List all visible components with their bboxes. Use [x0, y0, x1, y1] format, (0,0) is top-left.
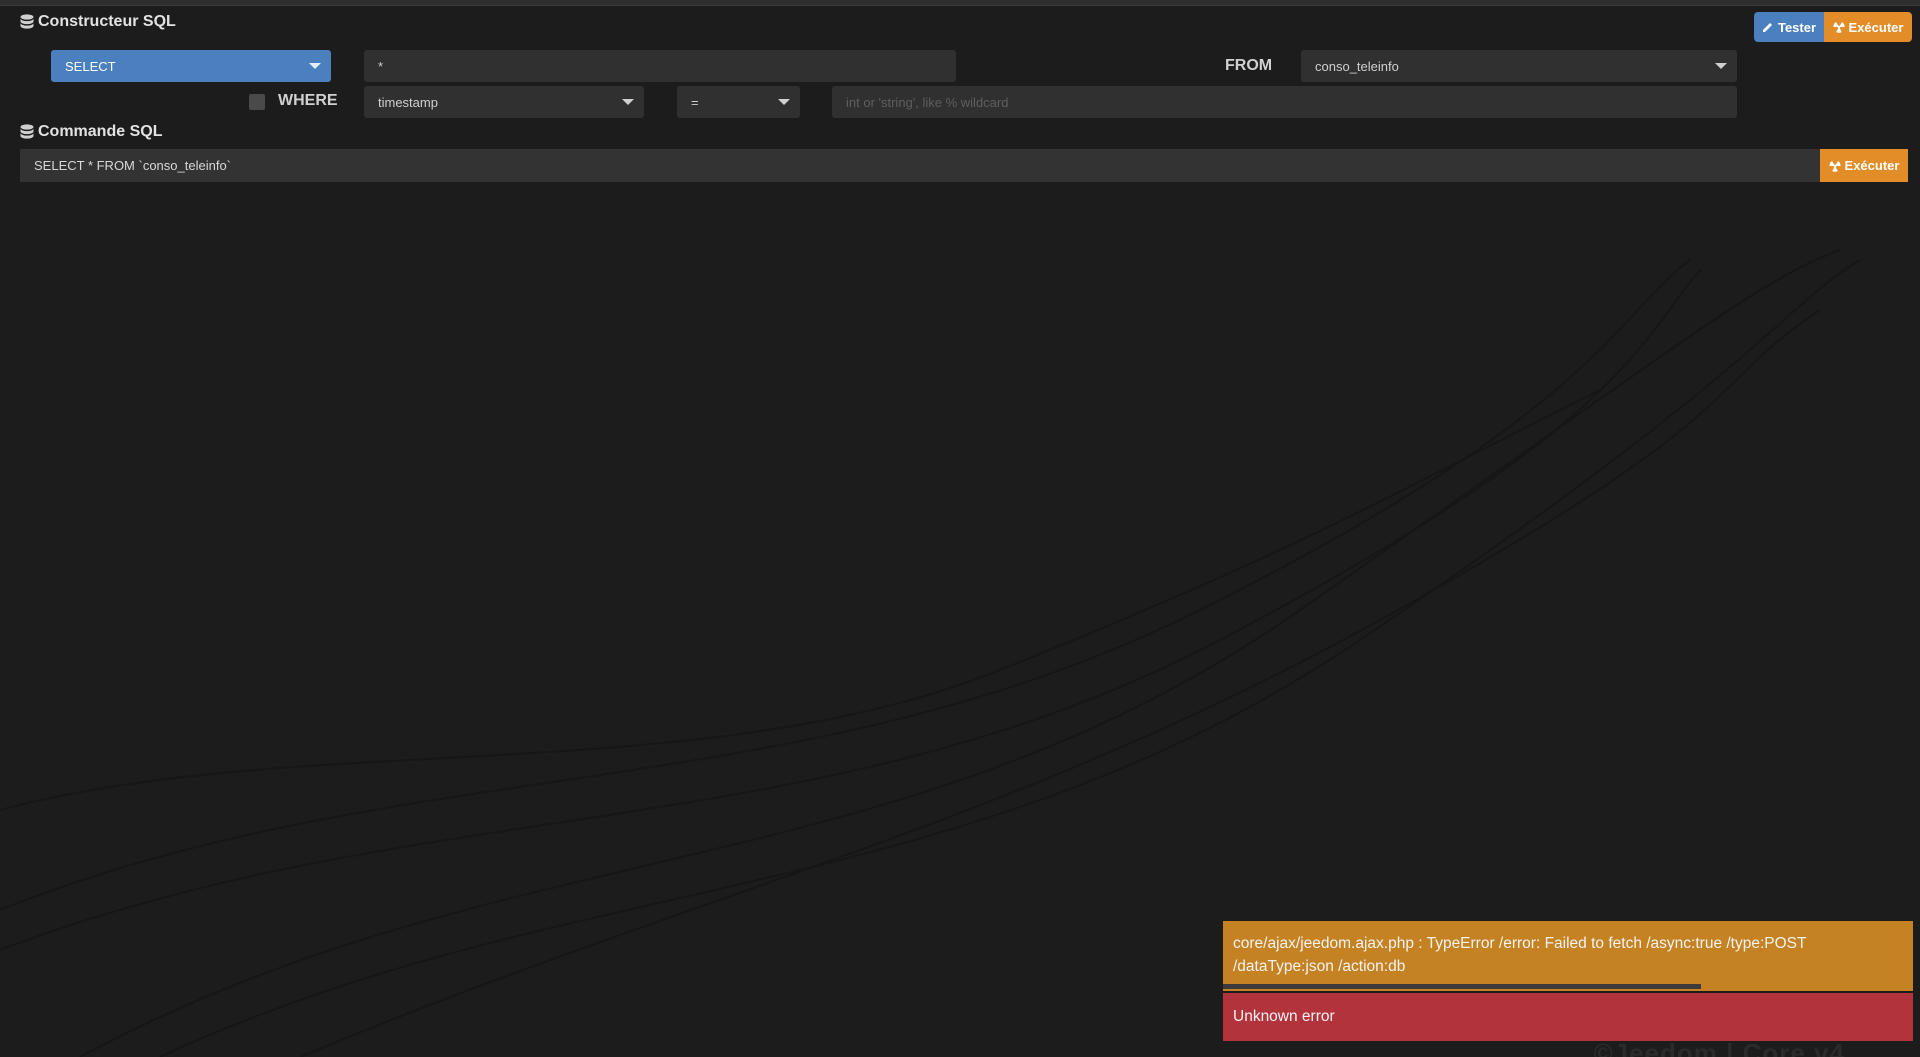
- pencil-icon: [1762, 23, 1772, 32]
- database-icon: [20, 14, 34, 29]
- test-button[interactable]: Tester: [1754, 12, 1824, 42]
- sql-command-text: SELECT * FROM `conso_teleinfo`: [34, 158, 231, 173]
- execute-button-label: Exécuter: [1848, 19, 1904, 35]
- warning-notification-text: core/ajax/jeedom.ajax.php : TypeError /e…: [1233, 935, 1807, 975]
- chevron-down-icon: [622, 99, 634, 105]
- builder-title-text: Constructeur SQL: [38, 13, 176, 30]
- where-column-dropdown[interactable]: timestamp: [364, 86, 644, 118]
- chevron-down-icon: [778, 99, 790, 105]
- command-title: Commande SQL: [20, 123, 162, 141]
- radiation-icon: [1833, 22, 1845, 33]
- where-operator-dropdown[interactable]: =: [677, 86, 800, 118]
- database-icon: [20, 124, 34, 139]
- notification-progress-bar: [1223, 984, 1701, 989]
- where-operator-value: =: [691, 94, 699, 110]
- where-column-value: timestamp: [378, 94, 438, 110]
- where-label: WHERE: [278, 92, 338, 109]
- where-checkbox[interactable]: [249, 94, 265, 110]
- test-button-label: Tester: [1777, 19, 1817, 35]
- chevron-down-icon: [309, 63, 321, 69]
- top-bar: [0, 0, 1920, 6]
- error-notification-text: Unknown error: [1233, 1008, 1335, 1025]
- footer-version: ©Jeedom | Core v4: [1593, 1038, 1845, 1057]
- columns-input[interactable]: *: [364, 50, 956, 82]
- select-type-dropdown[interactable]: SELECT: [51, 50, 331, 82]
- from-label: FROM: [1225, 57, 1273, 74]
- columns-value: *: [378, 58, 384, 74]
- table-dropdown[interactable]: conso_teleinfo: [1301, 50, 1737, 82]
- execute-command-label: Exécuter: [1844, 158, 1900, 173]
- execute-command-button[interactable]: Exécuter: [1820, 149, 1908, 182]
- chevron-down-icon: [1715, 63, 1727, 69]
- where-value-input[interactable]: int or 'string', like % wildcard: [832, 86, 1737, 118]
- table-value: conso_teleinfo: [1315, 58, 1399, 74]
- error-notification[interactable]: Unknown error: [1223, 993, 1913, 1041]
- select-type-value: SELECT: [65, 58, 116, 74]
- where-value-placeholder: int or 'string', like % wildcard: [846, 94, 1009, 110]
- radiation-icon: [1829, 160, 1841, 172]
- warning-notification[interactable]: core/ajax/jeedom.ajax.php : TypeError /e…: [1223, 921, 1913, 991]
- sql-command-input[interactable]: SELECT * FROM `conso_teleinfo`: [20, 149, 1820, 182]
- builder-title: Constructeur SQL: [20, 13, 176, 31]
- command-title-text: Commande SQL: [38, 123, 163, 140]
- execute-button[interactable]: Exécuter: [1824, 12, 1912, 42]
